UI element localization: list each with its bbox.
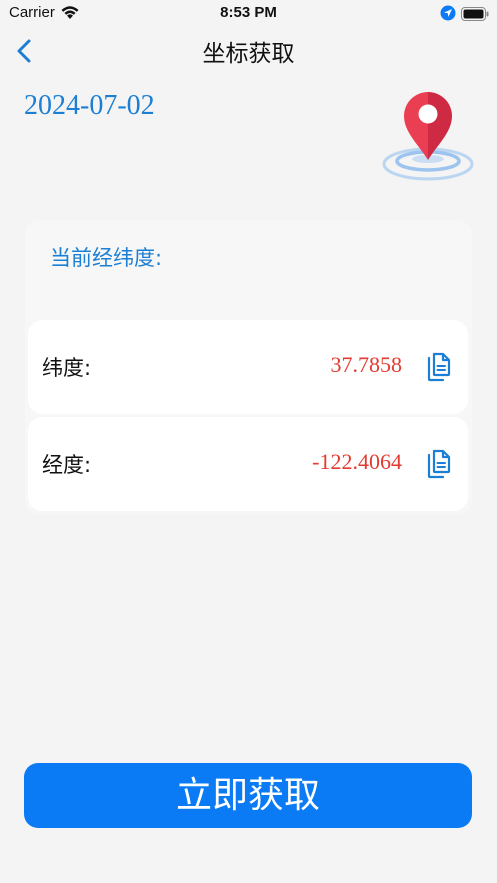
longitude-value: -122.4064 <box>312 449 402 474</box>
coordinate-screen: Carrier 8:53 PM 坐标获取 2024-07-02 当前经纬度: 纬… <box>0 0 497 883</box>
status-time: 8:53 PM <box>220 4 277 21</box>
copy-icon <box>427 352 451 382</box>
nav-bar: 坐标获取 <box>0 28 497 72</box>
longitude-label: 经度: <box>42 453 92 477</box>
latitude-label: 纬度: <box>42 356 92 380</box>
latitude-row: 纬度: 37.7858 <box>28 320 468 414</box>
copy-longitude-button[interactable] <box>426 449 452 479</box>
status-bar: Carrier 8:53 PM <box>0 0 497 28</box>
latitude-value: 37.7858 <box>330 352 403 377</box>
page-title: 坐标获取 <box>202 41 295 67</box>
map-pin-icon <box>380 88 476 184</box>
location-arrow-icon <box>440 5 456 25</box>
longitude-row: 经度: -122.4064 <box>28 417 468 511</box>
fetch-now-button[interactable]: 立即获取 <box>24 763 472 828</box>
coordinates-card: 当前经纬度: 纬度: 37.7858 经度: -122.4064 <box>25 220 472 514</box>
battery-icon <box>461 6 489 25</box>
card-header: 当前经纬度: <box>50 246 163 270</box>
copy-icon <box>427 449 451 479</box>
copy-latitude-button[interactable] <box>426 352 452 382</box>
date-text: 2024-07-02 <box>24 90 155 121</box>
